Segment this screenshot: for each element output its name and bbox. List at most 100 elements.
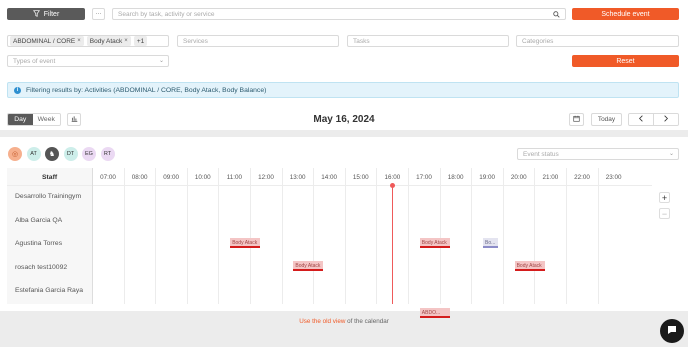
calendar-event[interactable]: Body Atack <box>514 261 545 272</box>
minus-icon: − <box>661 208 668 219</box>
search-placeholder: Search by task, activity or service <box>118 10 215 18</box>
hour-label: 14:00 <box>321 174 338 181</box>
hour-gridline <box>597 168 599 304</box>
search-icon[interactable] <box>553 11 560 20</box>
hour-label: 13:00 <box>289 174 306 181</box>
hour-label: 22:00 <box>574 174 590 181</box>
horse-icon: ♞ <box>48 151 56 158</box>
filter-button-label: Filter <box>43 10 60 18</box>
chevron-left-icon <box>638 115 644 124</box>
calendar-event[interactable]: Body Atack <box>293 261 324 272</box>
hour-label: 10:00 <box>194 174 211 181</box>
chat-button[interactable] <box>660 319 684 343</box>
filter-info-text: Filtering results by: Activities (ABDOMI… <box>26 86 267 94</box>
activity-chip[interactable]: ABDOMINAL / CORE × <box>10 36 84 46</box>
hour-gridline <box>566 168 567 304</box>
hour-label: 18:00 <box>447 174 464 181</box>
info-icon: i <box>14 86 21 94</box>
schedule-event-button[interactable]: Schedule event <box>572 8 679 20</box>
event-types-select[interactable]: Types of event ⌄ <box>7 55 169 67</box>
more-chips-badge[interactable]: +1 <box>133 36 148 46</box>
hour-gridline <box>534 168 536 304</box>
staff-avatar[interactable]: ◎ <box>8 147 22 161</box>
staff-avatar[interactable]: DT <box>63 147 78 161</box>
staff-header: Staff <box>42 174 58 181</box>
hour-gridline <box>408 168 409 304</box>
filter-info-banner: i Filtering results by: Activities (ABDO… <box>7 82 679 98</box>
services-select[interactable]: Services <box>177 35 339 47</box>
hour-gridline <box>471 168 473 304</box>
old-view-link[interactable]: Use the old view <box>299 318 345 325</box>
search-input[interactable]: Search by task, activity or service <box>112 8 566 20</box>
hour-gridline <box>186 168 188 304</box>
fingerprint-icon: ◎ <box>11 151 19 158</box>
hour-label: 09:00 <box>163 174 180 181</box>
zoom-out-button[interactable]: − <box>659 208 670 219</box>
more-options-button[interactable]: ··· <box>92 8 105 20</box>
chevron-down-icon: ⌄ <box>668 151 674 157</box>
date-navigation <box>628 113 679 126</box>
hour-gridline <box>313 168 315 304</box>
chevron-down-icon: ⌄ <box>158 58 164 64</box>
current-time-line <box>392 185 394 304</box>
next-day-button[interactable] <box>653 114 678 125</box>
hour-label: 11:00 <box>226 174 243 181</box>
staff-row-label: Desarrollo Trainingym <box>15 193 82 200</box>
calendar-event[interactable]: Body Atack <box>230 237 261 248</box>
day-view-tab[interactable]: Day <box>8 114 33 125</box>
hour-gridline <box>281 168 283 304</box>
hour-label: 17:00 <box>416 174 432 181</box>
chat-icon <box>666 324 678 338</box>
hour-label: 15:00 <box>352 174 369 181</box>
hour-gridline <box>155 168 157 304</box>
staff-divider <box>92 168 93 304</box>
header-divider <box>7 185 652 186</box>
calendar-picker-button[interactable] <box>569 113 584 126</box>
remove-chip-icon[interactable]: × <box>77 38 81 44</box>
stats-button[interactable] <box>67 113 81 126</box>
staff-column <box>7 168 92 304</box>
hour-label: 19:00 <box>479 174 496 181</box>
view-toggle: Day Week <box>7 113 61 126</box>
hour-gridline <box>250 168 251 304</box>
previous-day-button[interactable] <box>629 114 654 125</box>
staff-avatar[interactable]: RT <box>100 147 115 161</box>
hour-label: 20:00 <box>510 174 527 181</box>
staff-avatar[interactable]: AT <box>26 147 41 161</box>
calendar-event[interactable]: Body Atack <box>419 237 450 248</box>
old-view-suffix: of the calendar <box>345 318 389 325</box>
remove-chip-icon[interactable]: × <box>124 38 128 44</box>
activities-filter[interactable]: ABDOMINAL / CORE × Body Atack × +1 <box>7 35 169 47</box>
hour-gridline <box>218 168 220 304</box>
staff-avatar[interactable]: ♞ <box>45 147 59 161</box>
hour-label: 23:00 <box>605 174 622 181</box>
hour-label: 08:00 <box>131 174 148 181</box>
activity-chip[interactable]: Body Atack × <box>86 36 131 46</box>
today-button[interactable]: Today <box>591 113 622 126</box>
hour-gridline <box>344 168 346 304</box>
event-status-select[interactable]: Event status ⌄ <box>517 148 679 160</box>
calendar-event[interactable]: Bo... <box>483 237 498 248</box>
staff-avatar[interactable]: EG <box>82 147 96 161</box>
chevron-right-icon <box>663 115 669 124</box>
categories-select[interactable]: Categories <box>516 35 679 47</box>
hour-label: 07:00 <box>100 174 116 181</box>
staff-row-label: Agustina Torres <box>15 240 63 248</box>
calendar-event[interactable]: ABDO... <box>419 308 450 319</box>
bar-chart-icon <box>71 115 78 124</box>
staff-row-label: Estefania Garcia Raya <box>15 287 84 295</box>
tasks-select[interactable]: Tasks <box>347 35 509 47</box>
hour-label: 12:00 <box>258 174 274 181</box>
filter-button[interactable]: Filter <box>7 8 85 20</box>
hour-gridline <box>439 168 441 304</box>
staff-row-label: Alba Garcia QA <box>15 216 63 224</box>
hour-gridline <box>123 168 125 304</box>
reset-button[interactable]: Reset <box>572 55 679 67</box>
hour-label: 16:00 <box>384 174 401 181</box>
hour-gridline <box>502 168 504 304</box>
zoom-in-button[interactable]: + <box>659 192 670 203</box>
hour-label: 21:00 <box>542 174 559 181</box>
week-view-tab[interactable]: Week <box>32 114 60 125</box>
old-view-notice: Use the old view of the calendar <box>0 318 688 325</box>
filter-icon <box>32 9 40 19</box>
